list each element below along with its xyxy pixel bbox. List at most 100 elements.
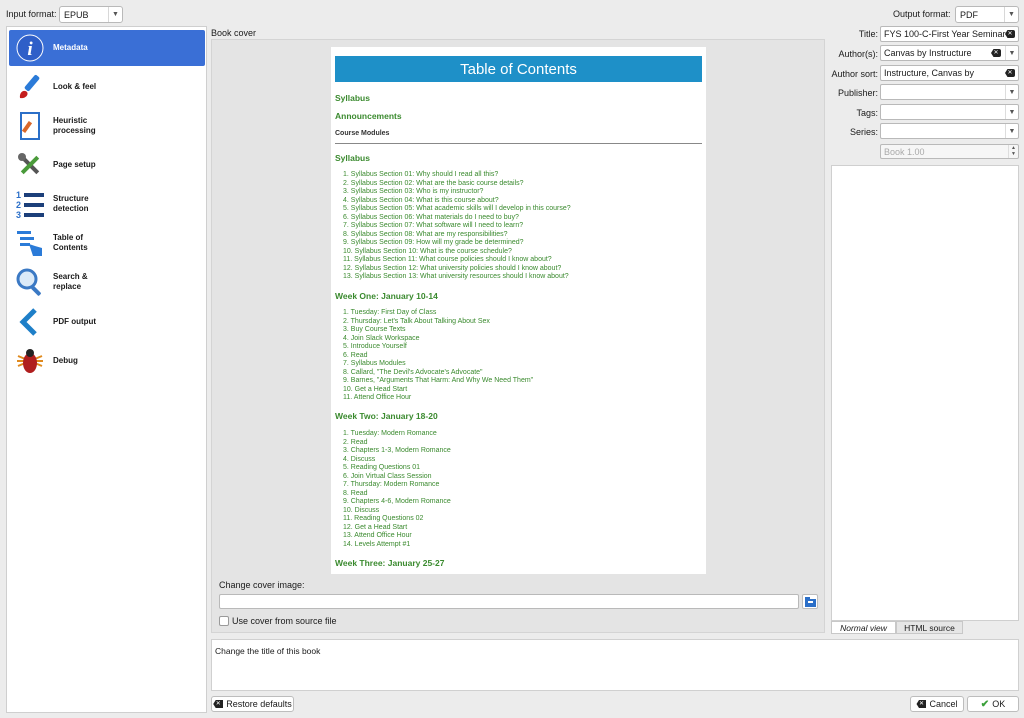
sidebar-item-toc[interactable]: Table of Contents [9,225,205,261]
toc-entry: 10. Syllabus Section 10: What is the cou… [343,247,512,255]
svg-text:1: 1 [16,190,21,200]
authors-input[interactable]: Canvas by Instructure ✕ ▼ [880,45,1019,61]
sidebar-item-label: Page setup [53,160,96,169]
toc-entry: 3. Chapters 1-3, Modern Romance [343,447,451,454]
sidebar-item-heuristic[interactable]: Heuristic processing [9,108,205,144]
tab-normal-view[interactable]: Normal view [831,621,896,634]
toc-section-heading: Week Two: January 18-20 [335,411,438,421]
author-sort-label: Author sort: [831,69,878,79]
cancel-button[interactable]: ✕ Cancel [910,696,964,712]
chevron-down-icon[interactable]: ▼ [1005,46,1018,60]
author-sort-input[interactable]: Instructure, Canvas by ✕ [880,65,1019,81]
sidebar-item-structure[interactable]: 123 Structure detection [9,186,205,222]
toc-entry: 5. Introduce Yourself [343,343,407,350]
ok-button[interactable]: ✔ OK [967,696,1019,712]
series-index-spinner[interactable]: Book 1.00 ▲ ▼ [880,144,1019,159]
toc-entry: 12. Get a Head Start [343,523,408,531]
output-format-value: PDF [960,9,978,20]
toc-entry: 10. Discuss [343,506,380,514]
toc-entry: 6. Join Virtual Class Session [343,472,432,480]
restore-defaults-button[interactable]: ✕ Restore defaults [211,696,294,712]
series-label: Series: [849,127,878,137]
sidebar-item-label: Metadata [53,43,88,52]
toc-entry: 1. Syllabus Section 01: Why should I rea… [343,171,499,178]
cover-path-input[interactable] [219,594,799,609]
toc-entry: 2. Thursday: Let's Talk About Talking Ab… [343,317,490,325]
clear-icon[interactable]: ✕ [1005,69,1015,77]
sidebar-item-look-feel[interactable]: Look & feel [9,69,205,105]
toc-modules-header: Course Modules [335,130,390,137]
toc-entry: 7. Syllabus Modules [343,360,406,367]
authors-label: Author(s): [838,49,878,59]
title-label: Title: [858,29,878,39]
chevron-down-icon: ▼ [1005,124,1018,138]
svg-text:3: 3 [16,210,21,219]
document-icon [13,109,47,143]
toc-section-heading: Syllabus [335,153,370,163]
tags-label: Tags: [856,108,878,118]
sidebar-item-label: Look & feel [53,82,97,91]
toc-icon [13,226,47,260]
series-select[interactable]: ▼ [880,123,1019,139]
sidebar-item-search-replace[interactable]: Search & replace [9,264,205,300]
toc-entry: 13. Syllabus Section 13: What university… [343,273,569,280]
sidebar-item-page-setup[interactable]: Page setup [9,147,205,183]
toc-link-announcements: Announcements [335,111,402,121]
magnifier-icon [13,265,47,299]
toc-entry: 11. Reading Questions 02 [343,515,424,522]
toc-entry: 12. Syllabus Section 12: What university… [343,264,562,272]
chevron-down-icon: ▼ [1004,7,1018,22]
tools-icon [13,148,47,182]
sidebar-item-label: Debug [53,356,78,365]
output-format-label: Output format: [893,9,951,19]
clear-icon[interactable]: ✕ [1005,30,1015,38]
help-text: Change the title of this book [215,646,321,656]
spinner-arrows-icon[interactable]: ▲ ▼ [1008,145,1018,158]
cover-preview-page: Table of Contents Syllabus Announcements… [331,47,706,574]
comments-editor[interactable] [831,165,1019,621]
toc-entry: 9. Syllabus Section 09: How will my grad… [343,239,524,246]
input-format-select[interactable]: EPUB ▼ [59,6,123,23]
toc-entry: 8. Syllabus Section 08: What are my resp… [343,230,508,238]
toc-title: Table of Contents [335,56,702,82]
bug-icon [13,344,47,378]
toc-entry: 14. Levels Attempt #1 [343,540,411,548]
toc-entry: 11. Attend Office Hour [343,394,412,401]
toc-entry: 1. Tuesday: Modern Romance [343,430,437,437]
svg-text:2: 2 [16,200,21,210]
backspace-icon: ✕ [213,700,224,708]
sidebar-item-debug[interactable]: Debug [9,343,205,379]
sidebar-item-pdf-output[interactable]: PDF output [9,304,205,340]
browse-folder-icon[interactable] [802,594,818,609]
chevron-down-icon: ▼ [1005,85,1018,99]
toc-entry: 9. Chapters 4-6, Modern Romance [343,498,451,505]
sidebar: i Metadata Look & feel Heuristic process… [6,26,207,713]
info-icon: i [13,31,47,65]
toc-entry: 2. Read [343,438,368,446]
toc-section-list: 1. Tuesday: Modern Romance 2. Read 3. Chap… [343,430,451,549]
toc-entry: 1. Tuesday: First Day of Class [343,309,437,316]
toc-section-heading: Week One: January 10-14 [335,291,438,301]
publisher-select[interactable]: ▼ [880,84,1019,100]
sidebar-item-metadata[interactable]: i Metadata [9,30,205,66]
use-source-checkbox[interactable] [219,616,229,626]
toc-section-list: 1. Tuesday: First Day of Class 2. Thursda… [343,309,533,403]
book-cover-label: Book cover [211,28,257,38]
toc-entry: 5. Reading Questions 01 [343,464,421,471]
toc-link-syllabus: Syllabus [335,93,370,103]
toc-entry: 13. Attend Office Hour [343,532,412,539]
use-source-label: Use cover from source file [232,616,337,626]
tags-select[interactable]: ▼ [880,104,1019,120]
toc-section-heading: Week Three: January 25-27 [335,558,445,568]
change-cover-label: Change cover image: [219,580,305,590]
toc-entry: 6. Syllabus Section 06: What materials d… [343,213,519,221]
tab-html-source[interactable]: HTML source [896,621,963,634]
output-format-select[interactable]: PDF ▼ [955,6,1019,23]
toc-entry: 5. Syllabus Section 05: What academic sk… [343,205,571,212]
toc-entry: 10. Get a Head Start [343,385,408,393]
toc-entry: 3. Buy Course Texts [343,326,406,333]
clear-icon[interactable]: ✕ [991,49,1001,57]
toc-entry: 8. Read [343,489,368,497]
toc-entry: 7. Thursday: Modern Romance [343,481,440,488]
title-input[interactable]: FYS 100-C-First Year Seminar ✕ [880,26,1019,42]
